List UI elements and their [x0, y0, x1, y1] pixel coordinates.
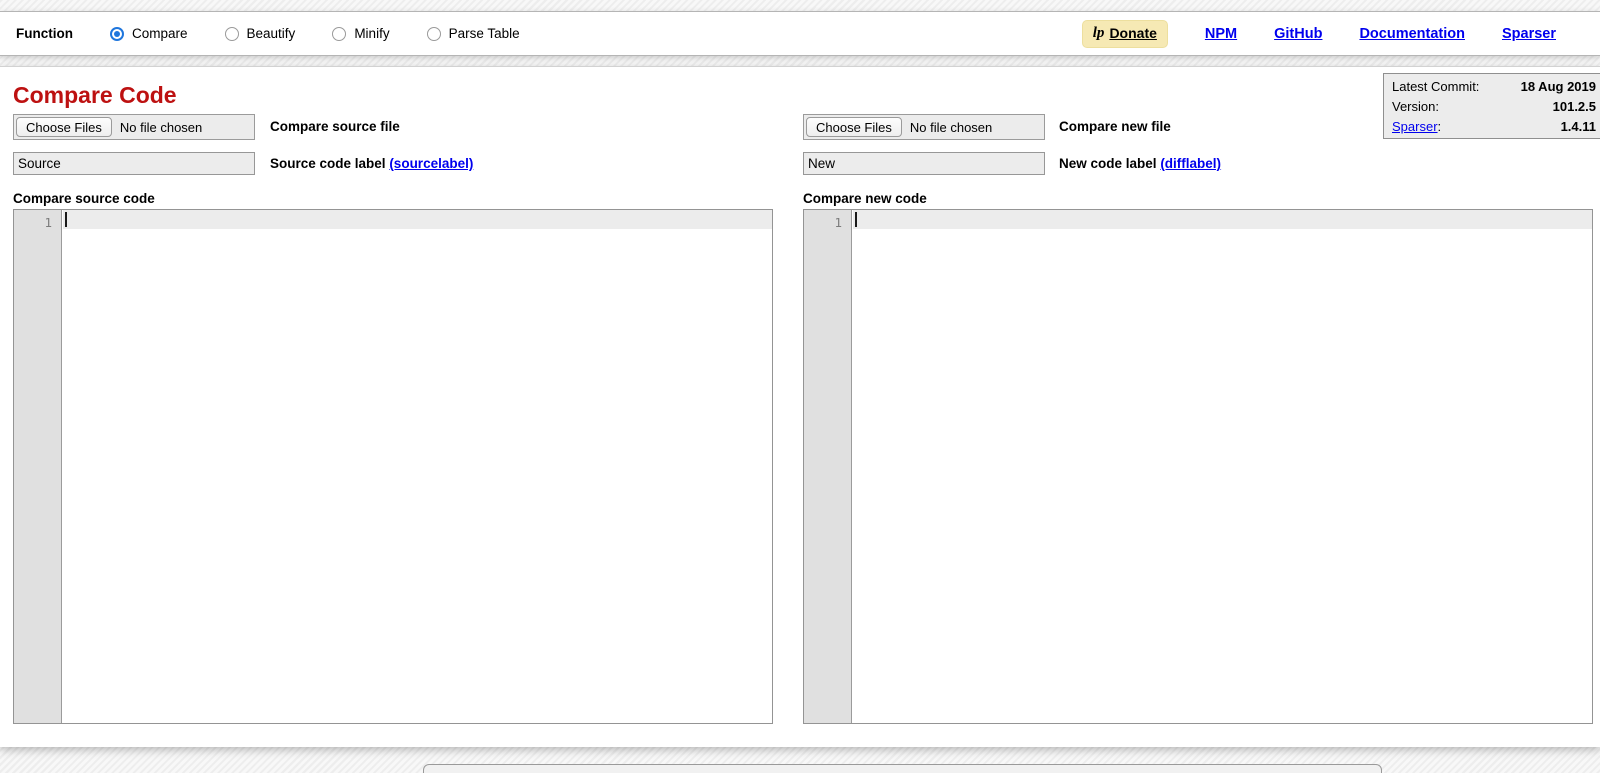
page-title: Compare Code [13, 82, 177, 109]
sparser-value: 1.4.11 [1561, 117, 1596, 137]
nav-link-github[interactable]: GitHub [1274, 26, 1322, 42]
text-caret [855, 212, 857, 227]
source-line-number: 1 [14, 210, 61, 232]
mode-minify[interactable]: Minify [332, 26, 389, 41]
radio-parse-table-icon[interactable] [427, 27, 441, 41]
difflabel-doc-link[interactable]: (difflabel) [1160, 156, 1221, 171]
new-editor-gutter: 1 [804, 210, 852, 723]
new-choose-files-button[interactable]: Choose Files [806, 117, 902, 137]
source-editor-gutter: 1 [14, 210, 62, 723]
nav-link-documentation[interactable]: Documentation [1359, 26, 1465, 42]
nav-link-sparser[interactable]: Sparser [1502, 26, 1556, 42]
new-label-input[interactable] [803, 152, 1045, 175]
function-label: Function [16, 26, 73, 41]
text-caret [65, 212, 67, 227]
latest-commit-value: 18 Aug 2019 [1521, 77, 1596, 97]
source-active-line [63, 210, 772, 229]
donate-button[interactable]: lp Donate [1082, 20, 1168, 48]
compare-section: Compare Code Latest Commit: 18 Aug 2019 … [0, 66, 1600, 747]
source-choose-files-button[interactable]: Choose Files [16, 117, 112, 137]
source-label-caption: Source code label (sourcelabel) [270, 152, 473, 175]
new-file-label: Compare new file [1059, 114, 1171, 140]
mode-minify-label: Minify [354, 26, 389, 41]
new-label-caption: New code label (difflabel) [1059, 152, 1221, 175]
sparser-colon: : [1438, 119, 1442, 134]
sourcelabel-doc-link[interactable]: (sourcelabel) [389, 156, 473, 171]
new-code-label: Compare new code [803, 191, 927, 206]
liberapay-icon: lp [1093, 25, 1105, 42]
mode-beautify[interactable]: Beautify [225, 26, 296, 41]
mode-parse-table[interactable]: Parse Table [427, 26, 520, 41]
source-label-text: Source code label [270, 156, 386, 171]
donate-label: Donate [1109, 25, 1156, 41]
function-toolbar: Function Compare Beautify Minify Parse T… [0, 11, 1600, 56]
mode-compare[interactable]: Compare [110, 26, 188, 41]
version-info-box: Latest Commit: 18 Aug 2019 Version: 101.… [1383, 73, 1600, 139]
new-active-line [853, 210, 1592, 229]
radio-compare-icon[interactable] [110, 27, 124, 41]
source-file-status: No file chosen [120, 120, 202, 135]
radio-minify-icon[interactable] [332, 27, 346, 41]
source-code-label: Compare source code [13, 191, 155, 206]
new-line-number: 1 [804, 210, 851, 232]
source-code-textarea[interactable] [63, 210, 772, 723]
new-code-textarea[interactable] [853, 210, 1592, 723]
latest-commit-row: Latest Commit: 18 Aug 2019 [1392, 77, 1596, 97]
version-label: Version: [1392, 97, 1439, 117]
mode-compare-label: Compare [132, 26, 188, 41]
source-label-input[interactable] [13, 152, 255, 175]
new-file-input[interactable]: Choose Files No file chosen [803, 114, 1045, 140]
new-file-status: No file chosen [910, 120, 992, 135]
sparser-row: Sparser: 1.4.11 [1392, 117, 1596, 137]
new-label-text: New code label [1059, 156, 1157, 171]
source-file-label: Compare source file [270, 114, 400, 140]
next-section-box [423, 764, 1382, 773]
latest-commit-label: Latest Commit: [1392, 77, 1479, 97]
source-file-input[interactable]: Choose Files No file chosen [13, 114, 255, 140]
mode-radio-group: Compare Beautify Minify Parse Table [110, 26, 557, 41]
sparser-label: Sparser: [1392, 117, 1441, 137]
radio-beautify-icon[interactable] [225, 27, 239, 41]
new-code-editor[interactable]: 1 [803, 209, 1593, 724]
mode-parse-table-label: Parse Table [449, 26, 520, 41]
source-code-editor[interactable]: 1 [13, 209, 773, 724]
mode-beautify-label: Beautify [247, 26, 296, 41]
top-nav: lp Donate NPM GitHub Documentation Spars… [1082, 12, 1556, 55]
nav-link-npm[interactable]: NPM [1205, 26, 1237, 42]
version-row: Version: 101.2.5 [1392, 97, 1596, 117]
sparser-version-link[interactable]: Sparser [1392, 119, 1438, 134]
version-value: 101.2.5 [1553, 97, 1596, 117]
